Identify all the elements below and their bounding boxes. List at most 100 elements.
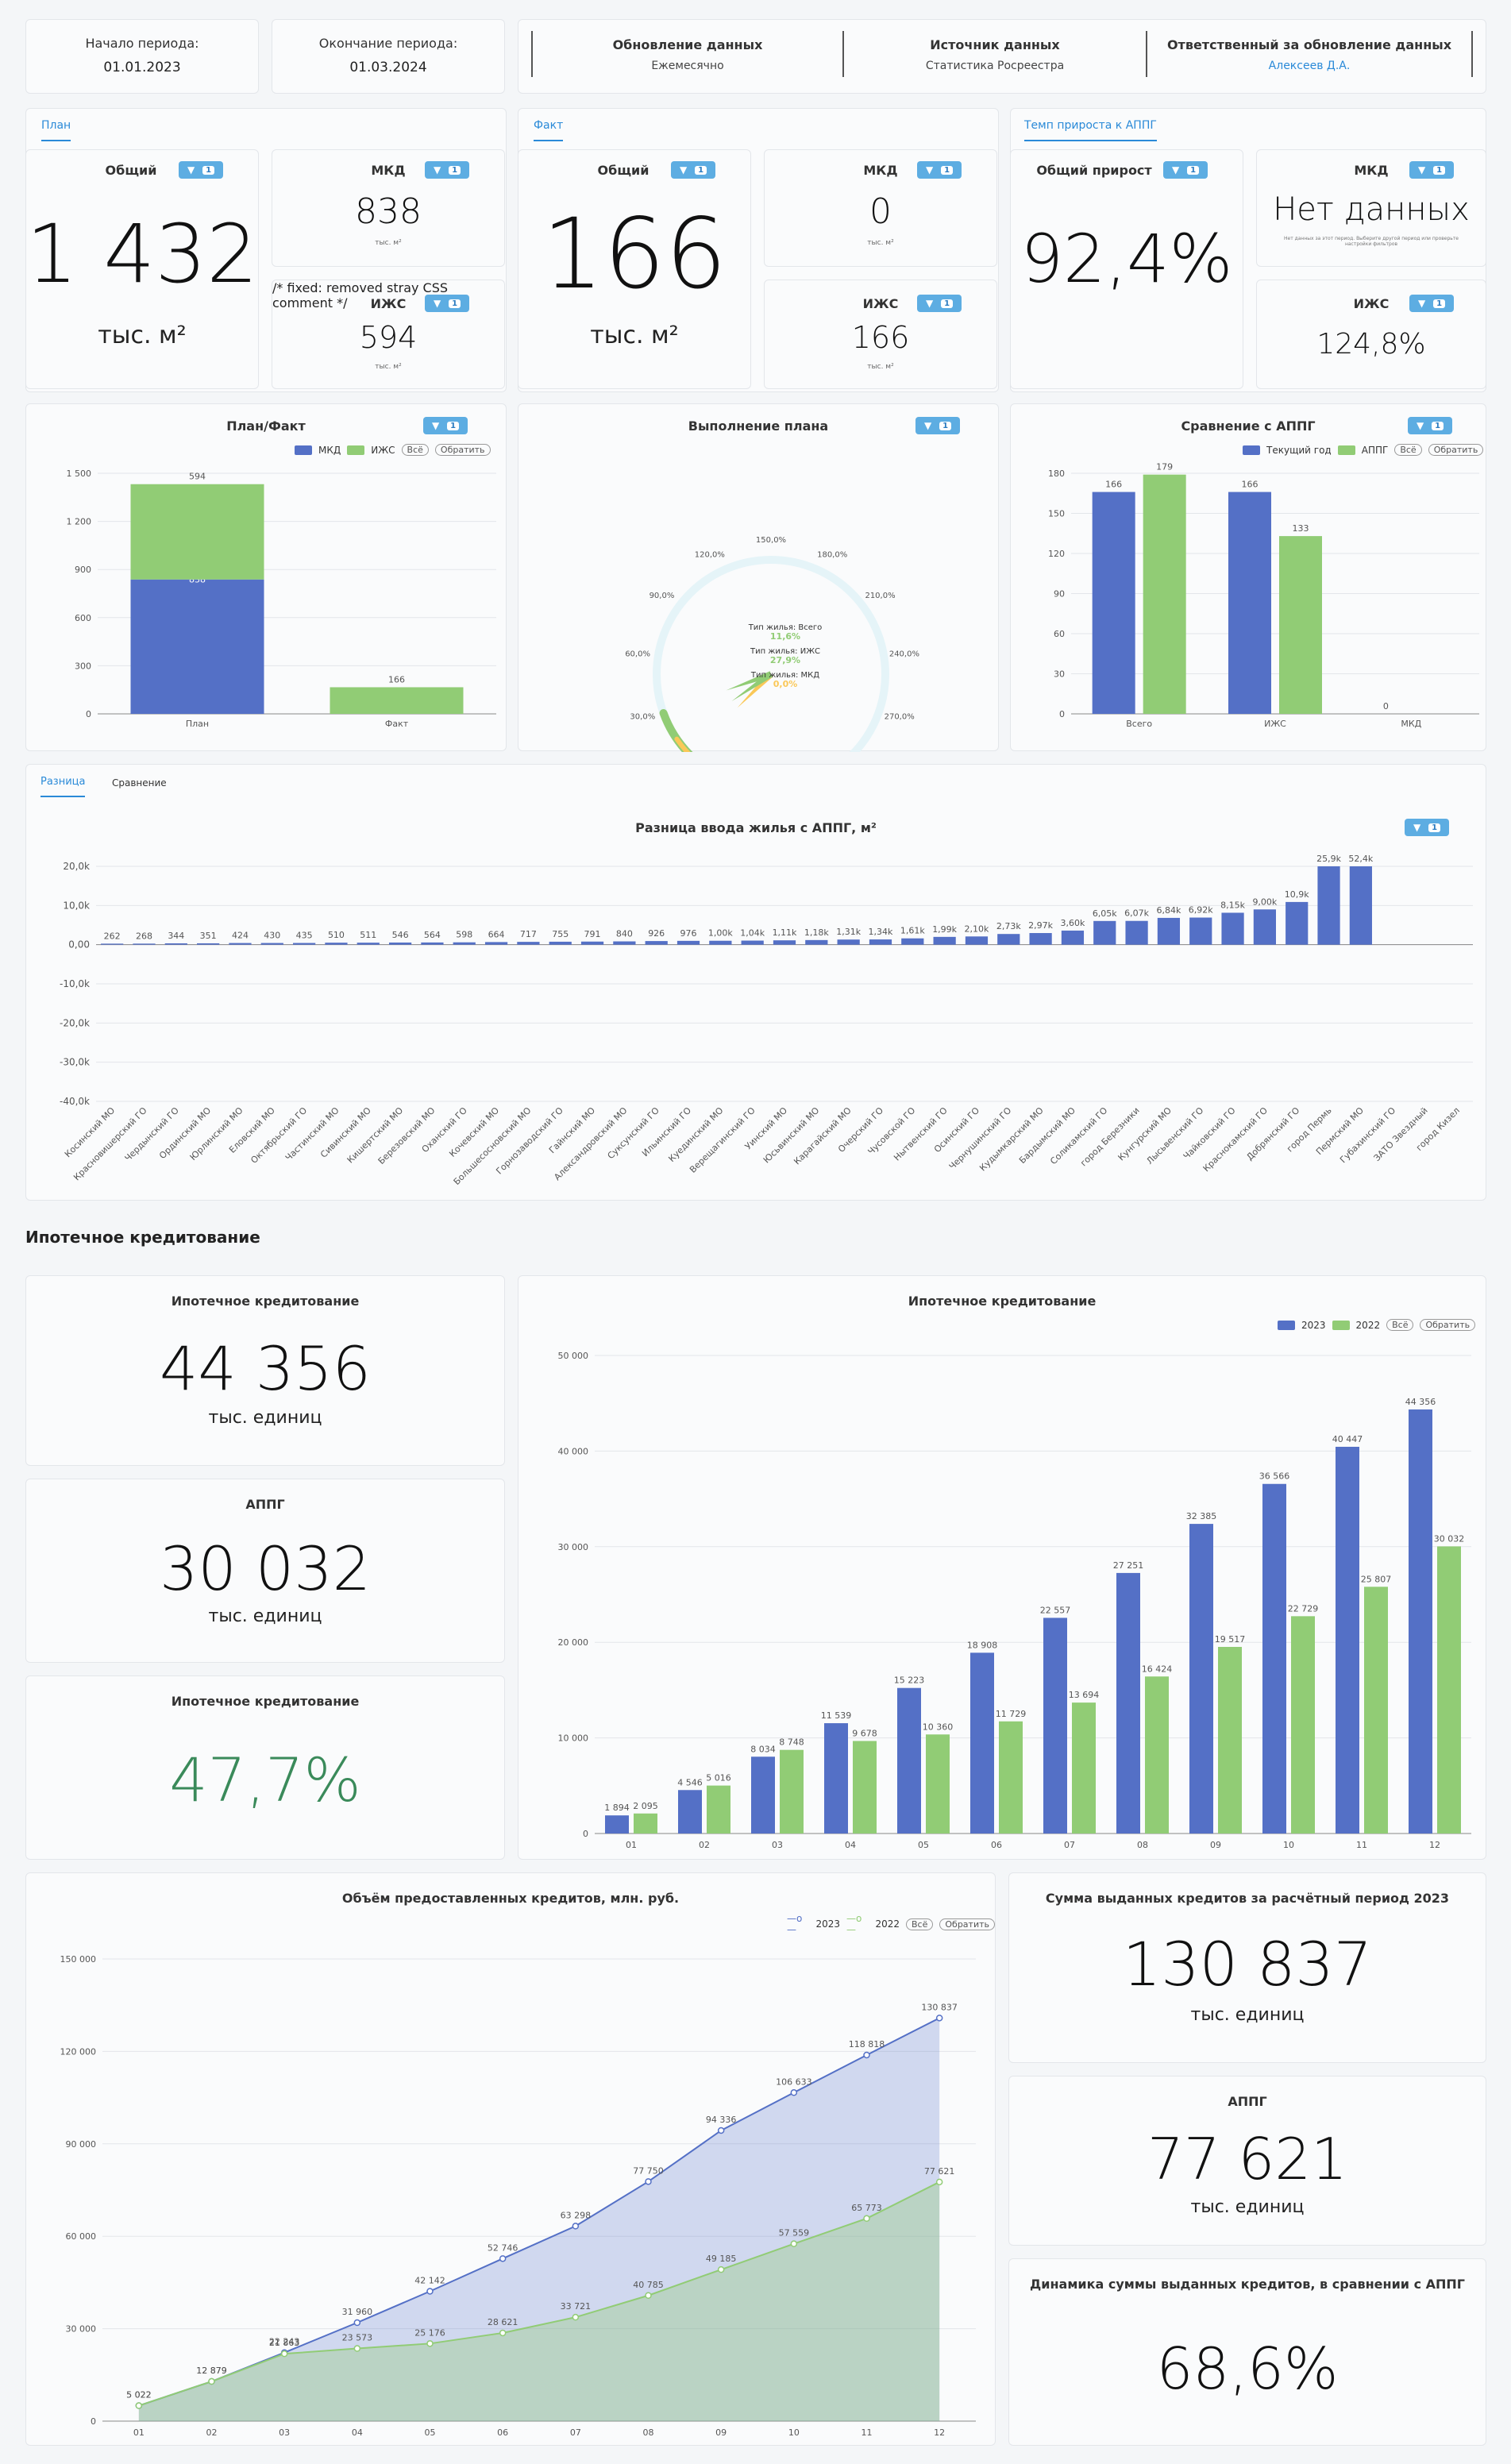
data-label: 344 bbox=[168, 931, 184, 941]
point-2022 bbox=[863, 2215, 870, 2223]
growth-total-value: 92,4% bbox=[1020, 220, 1233, 298]
bar-2022 bbox=[707, 1785, 730, 1834]
gauge-tick-label: 270,0% bbox=[885, 713, 915, 722]
x-tick-label: 02 bbox=[699, 1840, 710, 1850]
data-label: 130 837 bbox=[921, 2002, 958, 2012]
x-tick-label: 10 bbox=[1283, 1840, 1294, 1850]
gauge-tick-label: 90,0% bbox=[649, 592, 675, 600]
info-card: Обновление данных Ежемесячно Источник да… bbox=[518, 19, 1486, 94]
y-tick-label: -30,0k bbox=[60, 1057, 90, 1068]
data-label: 2,73k bbox=[996, 921, 1021, 931]
x-tick-label: 02 bbox=[206, 2427, 218, 2438]
y-tick-label: -10,0k bbox=[60, 978, 90, 989]
y-tick-label: 30 000 bbox=[558, 1542, 589, 1552]
filter-button[interactable]: ▼ 1 bbox=[917, 161, 962, 179]
data-label: 13 694 bbox=[1069, 1690, 1100, 1700]
data-label: 1,61k bbox=[900, 926, 925, 936]
bar-diff bbox=[1349, 866, 1372, 945]
plan-mkd-value: 838 bbox=[355, 191, 422, 232]
data-label: 31 960 bbox=[342, 2307, 373, 2317]
bar-diff bbox=[1286, 901, 1309, 945]
filter-button[interactable]: ▼ 1 bbox=[917, 295, 962, 312]
x-tick-label: 07 bbox=[570, 2427, 581, 2438]
fact-izhs-label: ИЖС bbox=[862, 296, 899, 311]
data-label: 435 bbox=[296, 931, 313, 941]
x-tick-label: ИЖС bbox=[1264, 719, 1286, 729]
filter-button[interactable]: ▼ 1 bbox=[179, 161, 223, 179]
data-label: 9 678 bbox=[852, 1728, 877, 1738]
bar-diff bbox=[101, 943, 124, 945]
mortgage-kpi-value: 44 356 bbox=[160, 1333, 371, 1404]
bar-diff bbox=[676, 940, 700, 945]
tab-plan[interactable]: План bbox=[41, 119, 71, 141]
growth-mkd-note: Нет данных за этот период. Выберите друг… bbox=[1284, 236, 1459, 247]
point-2023 bbox=[426, 2288, 434, 2295]
gauge-tick-label: 210,0% bbox=[865, 592, 895, 600]
bar-2023 bbox=[751, 1756, 775, 1834]
data-label: 1,04k bbox=[740, 928, 765, 939]
data-label: 2,10k bbox=[965, 924, 989, 934]
point-2022 bbox=[353, 2345, 361, 2352]
filter-icon: ▼ bbox=[1171, 164, 1180, 175]
bar-2022 bbox=[999, 1721, 1023, 1834]
point-2023 bbox=[790, 2089, 798, 2096]
data-label: 598 bbox=[456, 930, 472, 940]
x-tick-label: 04 bbox=[845, 1840, 856, 1850]
filter-count-badge: 1 bbox=[1187, 165, 1200, 175]
filter-button[interactable]: ▼ 1 bbox=[1409, 295, 1454, 312]
data-label: 791 bbox=[584, 929, 601, 939]
x-tick-label: 11 bbox=[1356, 1840, 1367, 1850]
data-label: 57 559 bbox=[779, 2228, 810, 2238]
x-tick-label: 03 bbox=[772, 1840, 783, 1850]
bar-diff bbox=[1125, 920, 1148, 945]
x-tick-label: Всего bbox=[1126, 719, 1152, 729]
mortgage-appg-label: АППГ bbox=[245, 1497, 285, 1512]
gauge-series-value: 0,0% bbox=[773, 679, 798, 689]
filter-button[interactable]: ▼ 1 bbox=[1163, 161, 1208, 179]
responsible-link[interactable]: Алексеев Д.А. bbox=[1147, 60, 1471, 72]
x-tick-label: Березовский МО bbox=[376, 1105, 437, 1166]
filter-icon: ▼ bbox=[1417, 164, 1426, 175]
x-tick-label: Чердынский ГО bbox=[123, 1105, 182, 1164]
bar-diff bbox=[484, 942, 508, 945]
period-start-value[interactable]: 01.01.2023 bbox=[26, 60, 258, 75]
y-tick-label: 30 000 bbox=[66, 2324, 97, 2335]
data-label: 9,00k bbox=[1252, 897, 1277, 907]
gauge-tick-label: 30,0% bbox=[630, 713, 655, 722]
data-label: 10,9k bbox=[1285, 889, 1309, 900]
x-tick-label: 10 bbox=[788, 2427, 800, 2438]
point-2022 bbox=[645, 2292, 652, 2300]
bar-ижс bbox=[130, 484, 264, 580]
filter-button[interactable]: ▼ 1 bbox=[425, 161, 469, 179]
data-label: 2 095 bbox=[633, 1801, 658, 1811]
bar-diff bbox=[741, 940, 764, 945]
filter-button[interactable]: ▼ 1 bbox=[1409, 161, 1454, 179]
fact-mkd-unit: тыс. м² bbox=[867, 239, 894, 247]
bar-2023 bbox=[678, 1790, 702, 1834]
volume-sum-card: Сумма выданных кредитов за расчётный пер… bbox=[1008, 1872, 1486, 2063]
filter-count-badge: 1 bbox=[695, 165, 707, 175]
bar-2022 bbox=[1072, 1702, 1096, 1834]
fact-izhs-value: 166 bbox=[851, 320, 910, 355]
data-label: 840 bbox=[616, 929, 633, 939]
period-end-value[interactable]: 01.03.2024 bbox=[272, 60, 504, 75]
tab-growth[interactable]: Темп прироста к АППГ bbox=[1024, 119, 1157, 141]
bar-appg bbox=[1143, 474, 1186, 714]
data-label: 118 818 bbox=[849, 2039, 885, 2049]
bar-diff bbox=[260, 943, 283, 945]
x-tick-label: 12 bbox=[934, 2427, 945, 2438]
y-tick-label: 150 bbox=[1048, 509, 1065, 519]
bar-2023 bbox=[897, 1687, 921, 1834]
bar-2022 bbox=[1145, 1676, 1169, 1834]
data-label: 18 908 bbox=[967, 1640, 998, 1650]
filter-button[interactable]: ▼ 1 bbox=[425, 295, 469, 312]
section-title: Ипотечное кредитование bbox=[25, 1228, 260, 1247]
filter-button[interactable]: ▼ 1 bbox=[671, 161, 715, 179]
bar-2022 bbox=[1364, 1587, 1388, 1834]
compare-chart-card: Сравнение с АППГ ▼ 1 Текущий год АППГ Всё… bbox=[1010, 403, 1486, 751]
x-tick-label: Кишертский МО bbox=[345, 1105, 406, 1166]
tab-fact[interactable]: Факт bbox=[534, 119, 564, 141]
bar-diff bbox=[1221, 912, 1244, 945]
filter-count-badge: 1 bbox=[941, 299, 954, 308]
mortgage-dyn-label: Ипотечное кредитование bbox=[171, 1694, 360, 1709]
